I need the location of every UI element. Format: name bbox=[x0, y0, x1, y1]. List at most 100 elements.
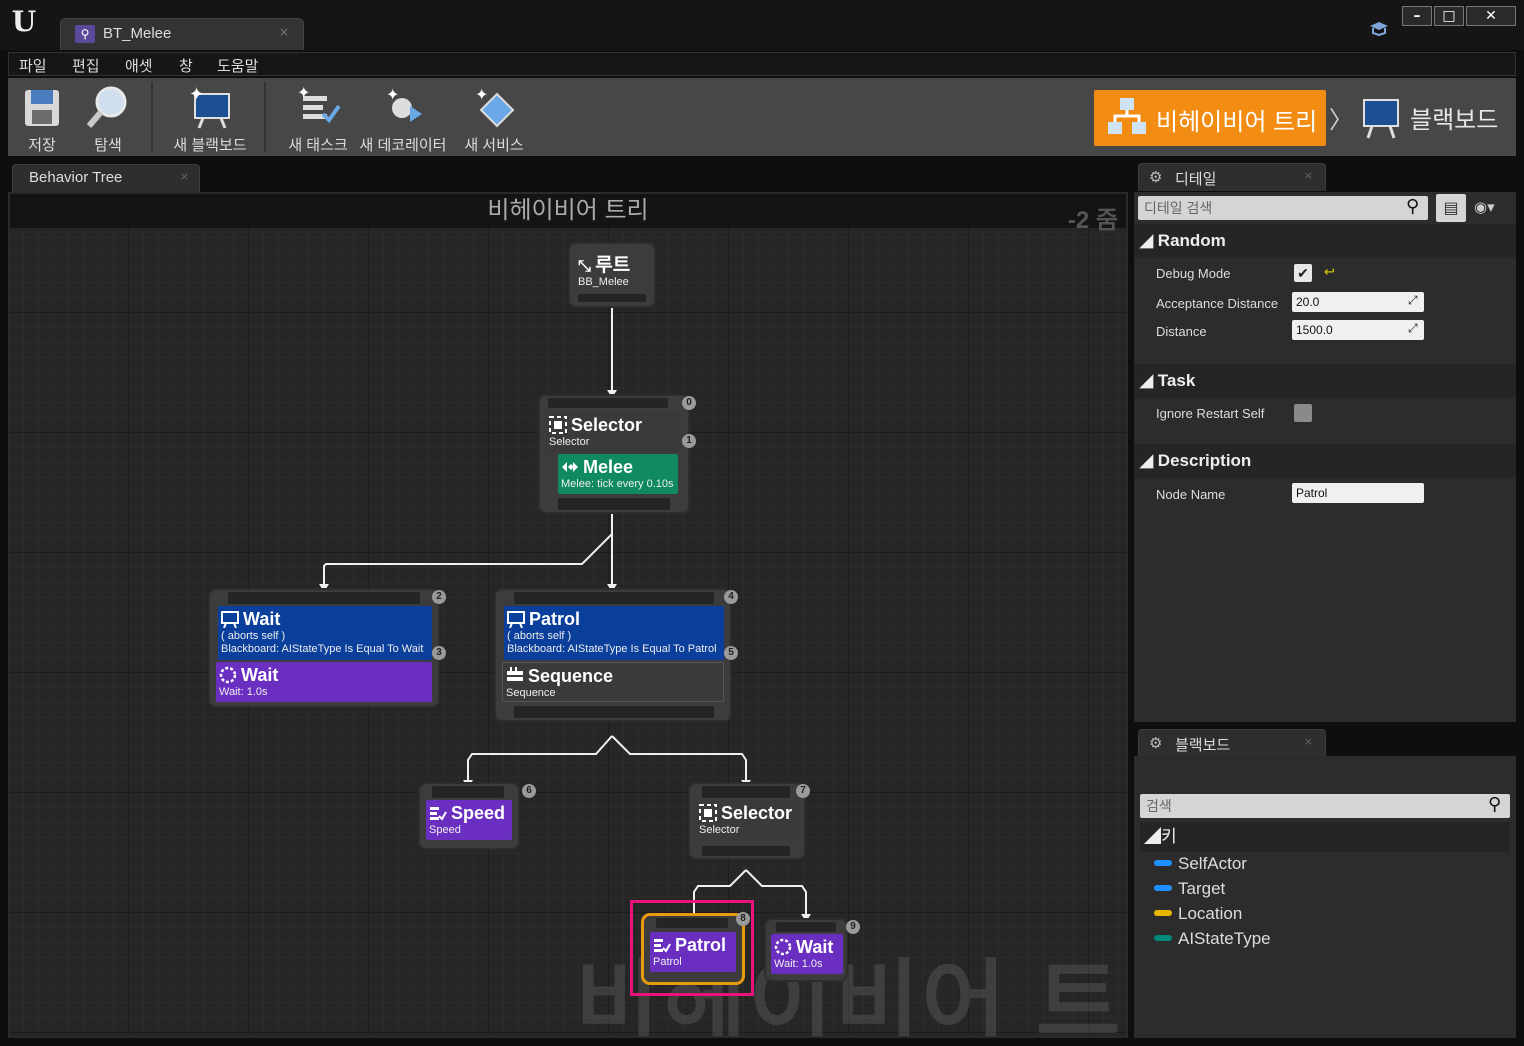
search-icon: ⚲ bbox=[1406, 196, 1420, 217]
wait-task-title: Wait bbox=[241, 665, 279, 685]
wait-task-subtitle: Wait: 1.0s bbox=[219, 686, 268, 698]
input-pin[interactable] bbox=[656, 918, 728, 928]
execution-index-badge: 7 bbox=[796, 784, 810, 798]
spin-arrows-icon[interactable]: ⤢ bbox=[1408, 321, 1418, 336]
wait-9-card: Wait Wait: 1.0s bbox=[771, 934, 843, 974]
menu-help[interactable]: 도움말 bbox=[217, 55, 258, 76]
svg-text:✦: ✦ bbox=[475, 85, 488, 104]
blackboard-key-location[interactable]: Location bbox=[1154, 904, 1242, 924]
details-tab-label: 디테일 bbox=[1175, 171, 1217, 188]
spin-arrows-icon[interactable]: ⤢ bbox=[1408, 293, 1418, 308]
save-label: 저장 bbox=[28, 137, 56, 154]
acceptance-distance-input[interactable]: 20.0 bbox=[1292, 292, 1424, 312]
output-pin[interactable] bbox=[578, 294, 646, 302]
new-decorator-label: 새 데코레이터 bbox=[359, 137, 447, 154]
sequence-node[interactable]: Patrol ( aborts self ) Blackboard: AISta… bbox=[496, 590, 738, 720]
editor-window: U ⚲ BT_Melee × – □ ✕ 파일 편집 애셋 창 도움말 저장 탐… bbox=[0, 0, 1524, 1046]
wait-icon bbox=[774, 938, 792, 956]
speed-task-node[interactable]: Speed Speed 6 bbox=[420, 784, 536, 848]
input-pin[interactable] bbox=[548, 398, 668, 408]
input-pin[interactable] bbox=[776, 922, 836, 932]
patrol-decorator-card[interactable]: Patrol ( aborts self ) Blackboard: AISta… bbox=[504, 606, 724, 660]
save-button[interactable]: 저장 bbox=[14, 80, 70, 154]
category-task[interactable]: ◢ Task bbox=[1134, 364, 1516, 398]
new-decorator-button[interactable]: ✦ 새 데코레이터 bbox=[358, 80, 448, 154]
object-key-type-icon bbox=[1154, 885, 1172, 891]
blackboard-key-target[interactable]: Target bbox=[1154, 879, 1225, 899]
view-options-eye-icon[interactable]: ◉▾ bbox=[1474, 198, 1495, 216]
category-description[interactable]: ◢ Description bbox=[1134, 444, 1516, 478]
category-task-label: Task bbox=[1157, 371, 1196, 390]
minimize-button[interactable]: – bbox=[1402, 6, 1432, 26]
selector-icon bbox=[549, 416, 567, 434]
selector-subtitle: Selector bbox=[549, 436, 590, 448]
close-tab-icon[interactable]: × bbox=[1304, 169, 1313, 182]
new-service-label: 새 서비스 bbox=[464, 137, 524, 154]
menu-edit[interactable]: 편집 bbox=[72, 55, 100, 76]
new-blackboard-button[interactable]: ✦ 새 블랙보드 bbox=[164, 80, 256, 154]
execution-index-badge: 9 bbox=[846, 920, 860, 934]
close-tab-icon[interactable]: × bbox=[279, 25, 289, 39]
source-control-icon[interactable] bbox=[1368, 20, 1390, 36]
new-blackboard-icon: ✦ bbox=[187, 84, 233, 130]
wait-9-subtitle: Wait: 1.0s bbox=[774, 958, 823, 970]
sequence-icon bbox=[507, 667, 523, 681]
node-name-input[interactable]: Patrol bbox=[1292, 483, 1424, 503]
patrol-task-node[interactable]: Patrol Patrol 8 bbox=[644, 912, 750, 982]
property-matrix-button[interactable]: ▤ bbox=[1436, 194, 1466, 222]
patrol-decorator-condition: Blackboard: AIStateType Is Equal To Patr… bbox=[507, 643, 717, 655]
wait-task-node-9[interactable]: Wait Wait: 1.0s 9 bbox=[766, 920, 860, 980]
wait-task-node[interactable]: Wait ( aborts self ) Blackboard: AIState… bbox=[210, 590, 446, 706]
reset-to-default-icon[interactable]: ↩ bbox=[1324, 264, 1335, 280]
magnifier-icon bbox=[85, 84, 131, 130]
menu-file[interactable]: 파일 bbox=[19, 55, 47, 76]
close-tab-icon[interactable]: × bbox=[1304, 735, 1313, 748]
graph-canvas[interactable]: 비헤이비어 트리 -2 줌 비헤이비어 트리 bbox=[8, 192, 1128, 1038]
blackboard-search-input[interactable]: 검색 bbox=[1140, 794, 1510, 818]
behavior-tree-mode-button[interactable]: 비헤이비어 트리 bbox=[1094, 90, 1326, 146]
document-tab[interactable]: ⚲ BT_Melee × bbox=[60, 18, 304, 50]
find-button[interactable]: 탐색 bbox=[78, 80, 138, 154]
input-pin[interactable] bbox=[514, 592, 714, 604]
output-pin[interactable] bbox=[558, 498, 670, 510]
input-pin[interactable] bbox=[702, 786, 790, 798]
blackboard-panel-tab[interactable]: ⚙ 블랙보드 × bbox=[1138, 729, 1326, 757]
keys-category[interactable]: ◢키 bbox=[1140, 822, 1510, 852]
output-pin[interactable] bbox=[514, 706, 714, 718]
input-pin[interactable] bbox=[432, 786, 504, 798]
new-task-button[interactable]: ✦ 새 태스크 bbox=[278, 80, 358, 154]
distance-input[interactable]: 1500.0 bbox=[1292, 320, 1424, 340]
close-tab-icon[interactable]: × bbox=[180, 170, 189, 183]
root-node[interactable]: ⤡ 루트 BB_Melee bbox=[570, 244, 654, 306]
execution-index-badge: 3 bbox=[432, 646, 446, 660]
graph-panel-tab[interactable]: Behavior Tree × bbox=[12, 164, 200, 192]
root-node-subtitle: BB_Melee bbox=[578, 276, 629, 288]
wait-decorator-card[interactable]: Wait ( aborts self ) Blackboard: AIState… bbox=[218, 606, 432, 660]
category-random[interactable]: ◢ Random bbox=[1134, 224, 1516, 258]
menu-window[interactable]: 창 bbox=[179, 55, 193, 76]
blackboard-key-selfactor[interactable]: SelfActor bbox=[1154, 854, 1247, 874]
selector-icon bbox=[699, 804, 717, 822]
new-task-icon: ✦ bbox=[295, 83, 341, 130]
input-pin[interactable] bbox=[228, 592, 420, 604]
graph-panel-tab-label: Behavior Tree bbox=[29, 169, 123, 186]
output-pin[interactable] bbox=[702, 846, 790, 856]
maximize-button[interactable]: □ bbox=[1434, 6, 1464, 26]
melee-service-card[interactable]: Melee Melee: tick every 0.10s bbox=[558, 454, 678, 494]
selector-node-7[interactable]: Selector Selector 7 bbox=[690, 784, 810, 858]
debug-mode-checkbox[interactable]: ✔ bbox=[1294, 264, 1312, 282]
blackboard-key-aistatetype[interactable]: AIStateType bbox=[1154, 929, 1271, 949]
category-random-label: Random bbox=[1157, 231, 1226, 250]
new-service-button[interactable]: ✦ 새 서비스 bbox=[454, 80, 534, 154]
selector-node[interactable]: Selector Selector Melee Melee: tick ever… bbox=[540, 396, 696, 512]
toolbar-separator bbox=[264, 82, 266, 152]
ignore-restart-self-checkbox[interactable] bbox=[1294, 404, 1312, 422]
close-window-button[interactable]: ✕ bbox=[1466, 6, 1516, 26]
execution-index-badge: 0 bbox=[682, 396, 696, 410]
details-panel-tab[interactable]: ⚙ 디테일 × bbox=[1138, 163, 1326, 191]
sequence-subtitle: Sequence bbox=[506, 687, 556, 699]
menu-bar: 파일 편집 애셋 창 도움말 bbox=[8, 52, 1516, 76]
blackboard-decorator-icon bbox=[507, 611, 525, 628]
menu-asset[interactable]: 애셋 bbox=[125, 55, 153, 76]
details-search-input[interactable]: 디테일 검색 bbox=[1138, 196, 1428, 220]
